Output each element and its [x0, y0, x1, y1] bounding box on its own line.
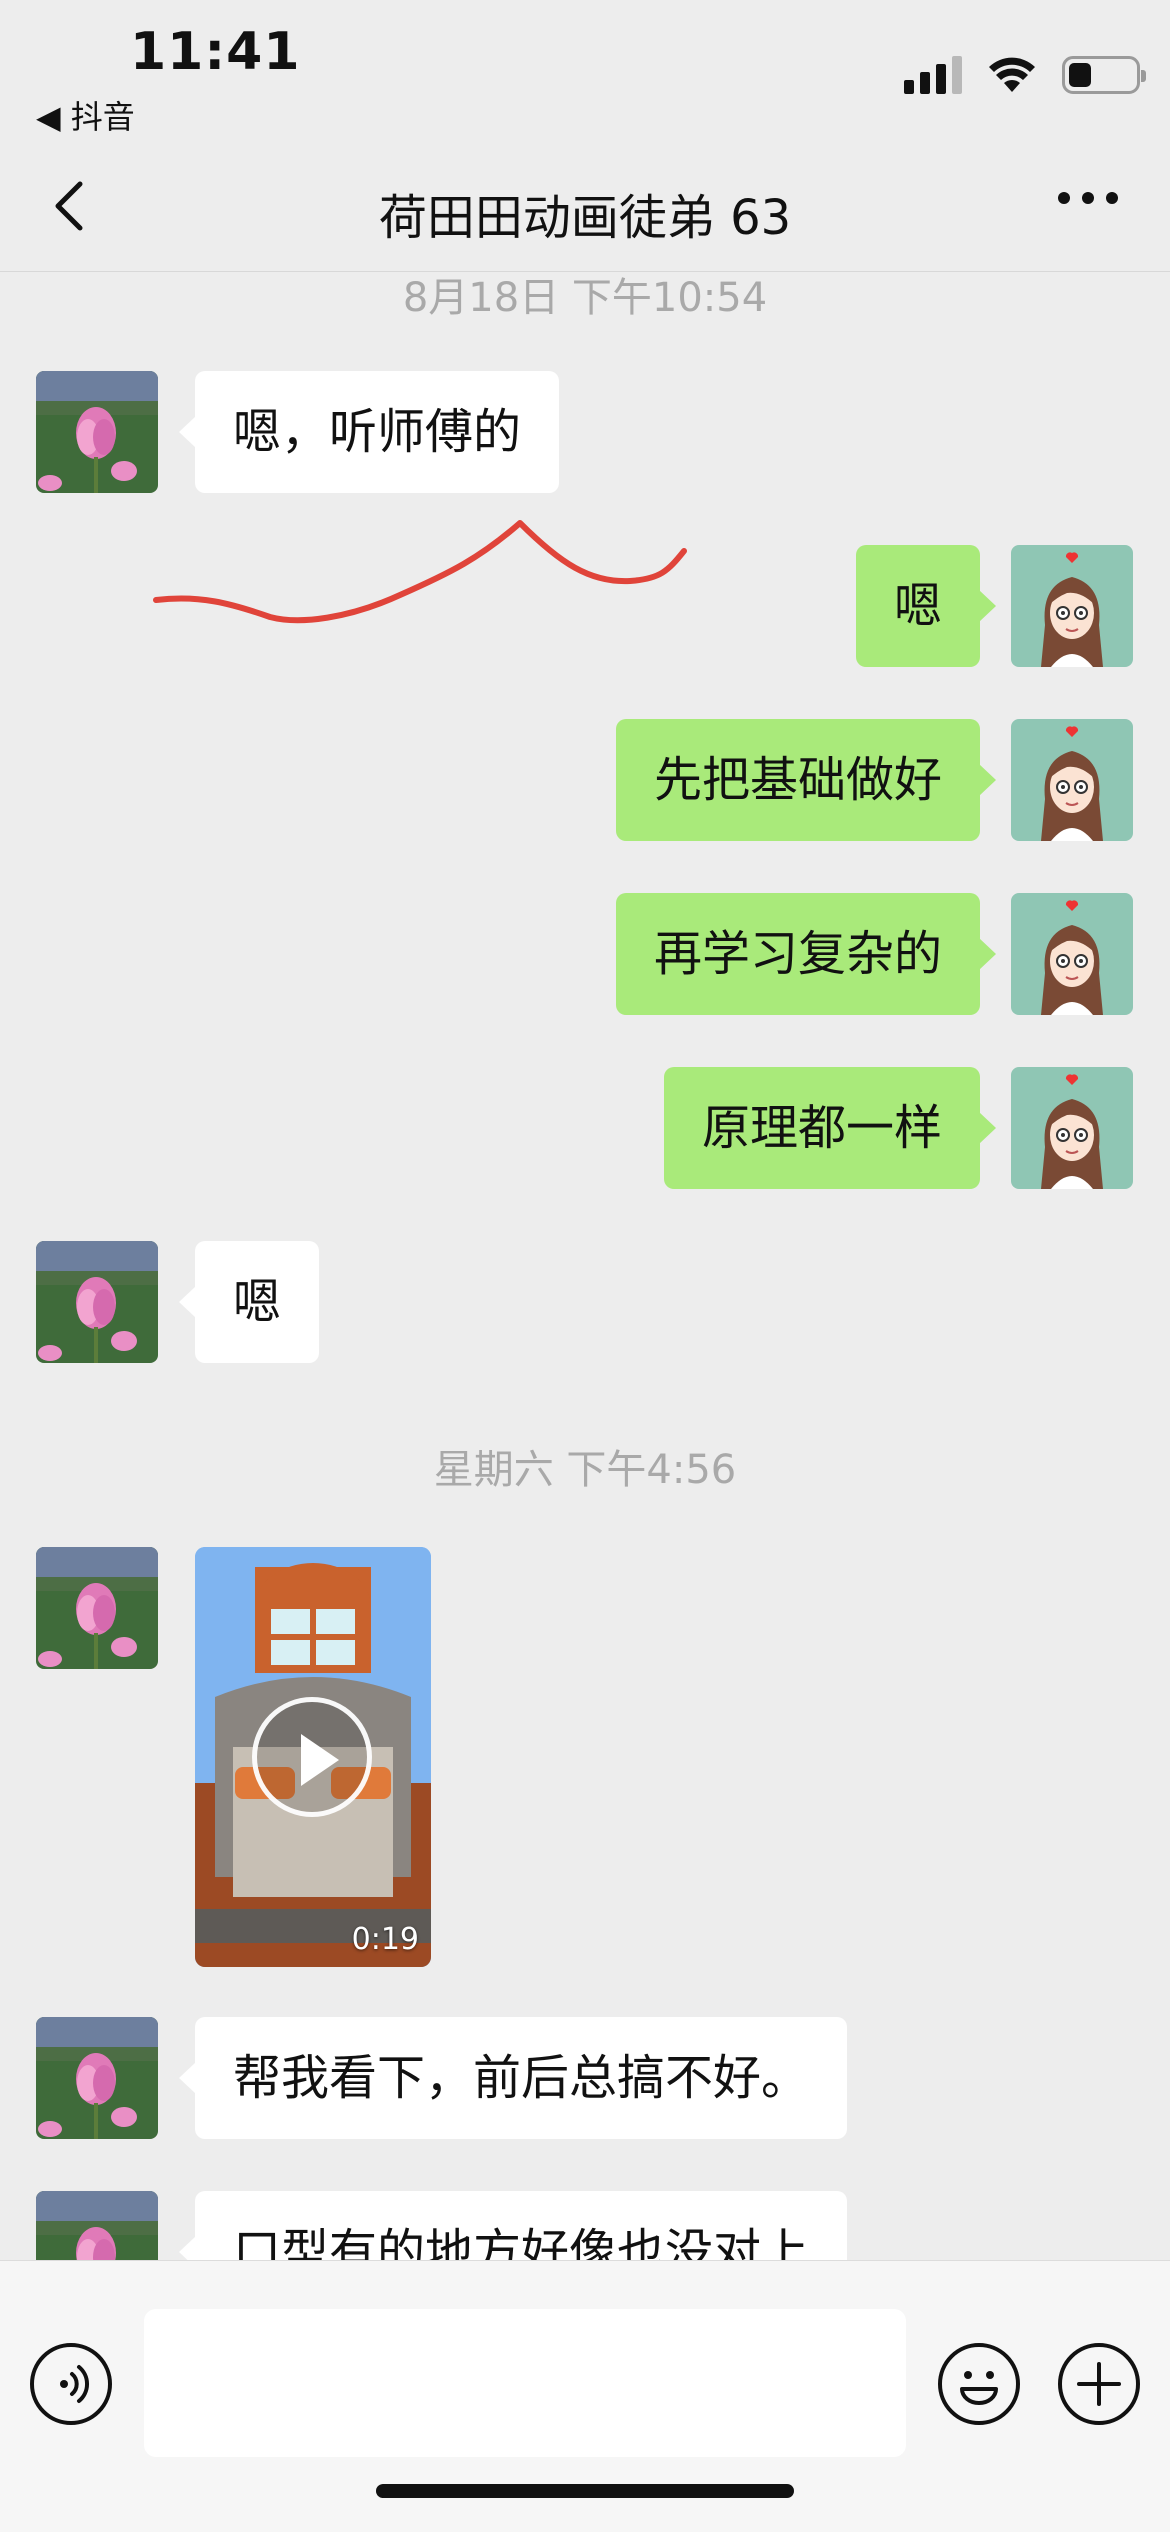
video-duration: 0:19: [351, 1922, 419, 1957]
hand-drawn-annotation: [153, 520, 687, 624]
plus-icon[interactable]: [1058, 2343, 1140, 2425]
contact-avatar[interactable]: [36, 2191, 158, 2260]
my-avatar[interactable]: [1011, 545, 1133, 667]
my-avatar[interactable]: [1011, 1067, 1133, 1189]
contact-avatar[interactable]: [36, 1241, 158, 1363]
timestamp: 8月18日 下午10:54: [402, 275, 768, 321]
timestamp: 星期六 下午4:56: [433, 1447, 737, 1493]
status-bar: 11:41 ◀ 抖音: [0, 0, 1170, 140]
chat-title: 荷田田动画徒弟 63: [378, 190, 792, 246]
message-bubble[interactable]: 原理都一样: [663, 1067, 997, 1189]
contact-avatar[interactable]: [36, 2017, 158, 2139]
back-to-app-link[interactable]: ◀ 抖音: [36, 92, 135, 138]
my-avatar[interactable]: [1011, 893, 1133, 1015]
contact-avatar[interactable]: [36, 371, 158, 493]
message-bubble[interactable]: 嗯，听师傅的: [178, 371, 560, 493]
signal-icon: [904, 56, 962, 94]
my-avatar[interactable]: [1011, 719, 1133, 841]
message-input[interactable]: [144, 2309, 906, 2457]
contact-avatar[interactable]: [36, 1547, 158, 1669]
more-icon[interactable]: [1058, 192, 1118, 204]
status-time: 11:41: [130, 22, 301, 82]
play-icon[interactable]: [252, 1697, 372, 1817]
voice-icon[interactable]: [30, 2343, 112, 2425]
home-indicator[interactable]: [376, 2484, 794, 2498]
wifi-icon: [989, 57, 1035, 92]
message-list[interactable]: 8月18日 下午10:54 嗯，听师傅的 嗯 先把基础做好 再学习复杂的 原理都…: [0, 273, 1170, 2260]
emoji-icon[interactable]: [938, 2343, 1020, 2425]
message-bubble[interactable]: 嗯: [855, 545, 997, 667]
video-message[interactable]: 0:19: [195, 1547, 431, 1967]
message-bubble[interactable]: 再学习复杂的: [615, 893, 997, 1015]
battery-icon: [1062, 56, 1146, 94]
message-bubble[interactable]: 口型有的地方好像也没对上: [178, 2191, 848, 2260]
chat-header: 荷田田动画徒弟 63: [0, 140, 1170, 272]
message-bubble[interactable]: 先把基础做好: [615, 719, 997, 841]
message-bubble[interactable]: 帮我看下，前后总搞不好。: [178, 2017, 848, 2139]
message-bubble[interactable]: 嗯: [178, 1241, 320, 1363]
status-icons: [904, 56, 1146, 94]
